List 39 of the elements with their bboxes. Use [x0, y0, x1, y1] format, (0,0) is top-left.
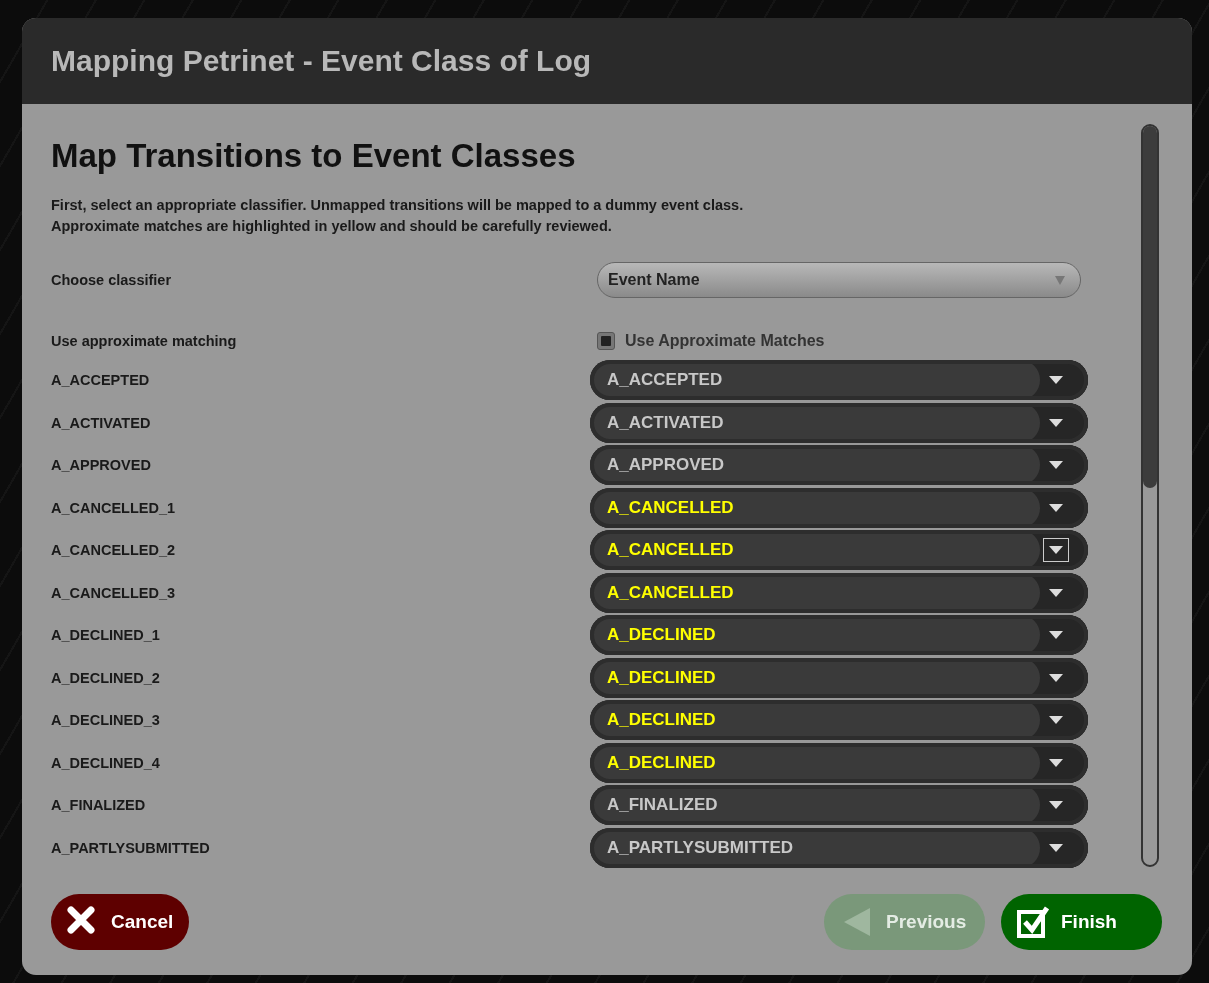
event-class-dropdown[interactable]: A_PARTLYSUBMITTED [590, 827, 1088, 868]
description-text: First, select an appropriate classifier. Unmapped transitions will be mapped to a dummy event class. [51, 196, 745, 215]
transition-label: A_CANCELLED_3 [51, 584, 177, 601]
description-text: Approximate matches are highlighted in yellow and should be carefully reviewed. [51, 217, 613, 236]
event-class-dropdown[interactable]: A_ACTIVATED [590, 402, 1088, 443]
checkbox-label[interactable]: Use Approximate Matches [625, 332, 825, 350]
event-class-dropdown[interactable]: A_APPROVED [590, 445, 1088, 486]
event-class-dropdown[interactable]: A_FINALIZED [590, 785, 1088, 826]
field-label: Use approximate matching [51, 333, 238, 349]
transition-label: A_CANCELLED_2 [51, 542, 177, 559]
checkbox[interactable] [597, 332, 615, 350]
transition-label: A_FINALIZED [51, 797, 147, 814]
event-class-dropdown[interactable]: A_DECLINED [590, 700, 1088, 741]
event-class-dropdown[interactable]: A_CANCELLED [590, 572, 1088, 613]
field-label: Choose classifier [51, 272, 173, 288]
finish-button[interactable]: Finish [1001, 894, 1162, 950]
transition-label: A_ACCEPTED [51, 372, 151, 389]
scrollbar[interactable] [1141, 124, 1159, 867]
transition-label: A_DECLINED_3 [51, 712, 161, 729]
event-class-dropdown[interactable]: A_DECLINED [590, 657, 1088, 698]
event-class-dropdown[interactable]: A_DECLINED [590, 615, 1088, 656]
checkbox-tick-icon [1017, 906, 1049, 938]
transition-label: A_PARTLYSUBMITTED [51, 839, 211, 856]
event-class-dropdown[interactable]: A_DECLINED [590, 742, 1088, 783]
transition-label: A_APPROVED [51, 457, 152, 474]
transition-label: A_DECLINED_2 [51, 669, 161, 686]
event-class-dropdown[interactable]: A_ACCEPTED [590, 360, 1088, 401]
classifier-dropdown[interactable]: Event Name [597, 262, 1081, 298]
scrollbar-thumb[interactable] [1143, 126, 1157, 488]
window-title: Mapping Petrinet - Event Class of Log [51, 44, 592, 78]
transition-label: A_CANCELLED_1 [51, 499, 177, 516]
transition-label: A_DECLINED_1 [51, 627, 161, 644]
dropdown-arrow-icon [1054, 274, 1066, 286]
transition-label: A_DECLINED_4 [51, 754, 161, 771]
page-heading: Map Transitions to Event Classes [51, 137, 577, 175]
event-class-dropdown[interactable]: A_CANCELLED [590, 487, 1088, 528]
transition-label: A_ACTIVATED [51, 414, 152, 431]
event-class-dropdown[interactable]: A_CANCELLED [590, 530, 1088, 571]
cancel-button[interactable]: Cancel [51, 894, 189, 950]
